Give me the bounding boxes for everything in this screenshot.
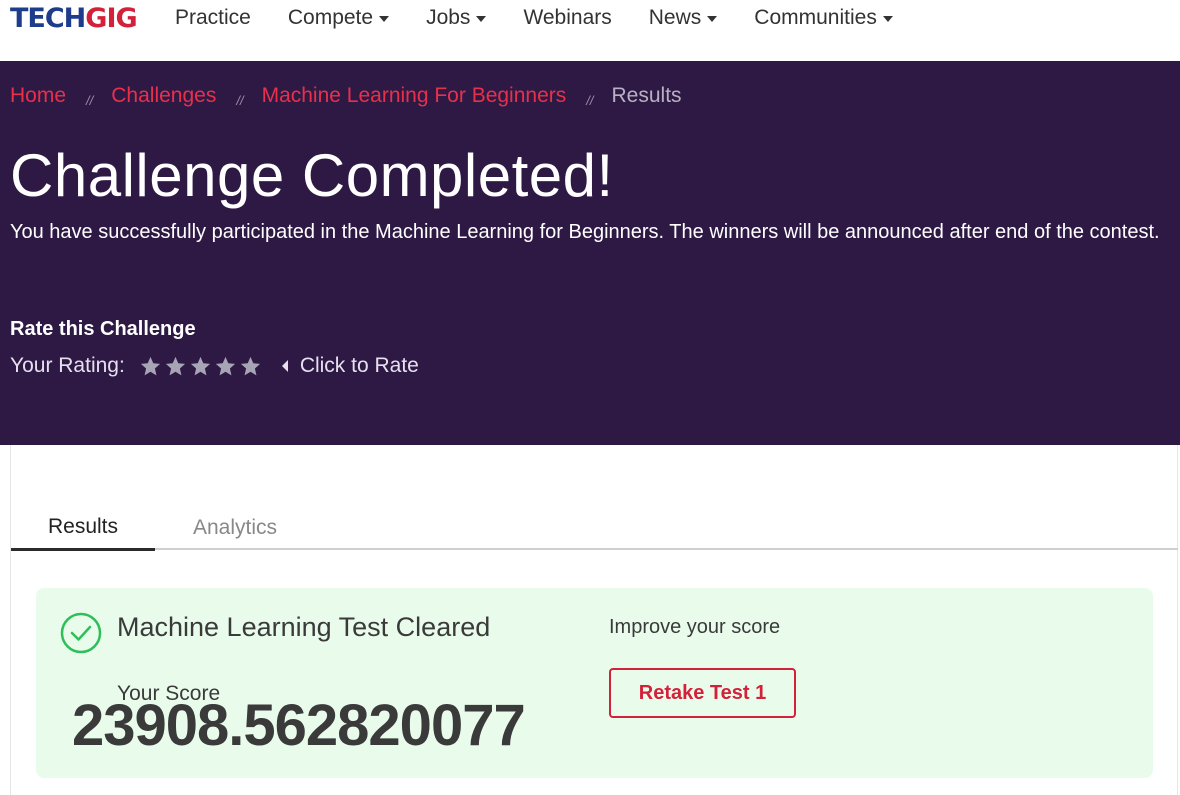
tab-analytics[interactable]: Analytics: [155, 505, 315, 550]
nav-news-label: News: [648, 6, 702, 29]
caret-left-icon: [281, 360, 288, 372]
nav-jobs-label: Jobs: [426, 6, 471, 29]
nav-practice-label: Practice: [175, 6, 251, 29]
check-circle-icon: [60, 612, 102, 654]
star-icon[interactable]: [189, 355, 212, 378]
improve-score-label: Improve your score: [609, 616, 781, 638]
nav-compete-label: Compete: [287, 6, 374, 29]
rating-label: Your Rating:: [10, 354, 125, 377]
breadcrumb-separator: //: [86, 92, 94, 108]
breadcrumb-separator: //: [236, 92, 244, 108]
page-title: Challenge Completed!: [10, 142, 614, 209]
star-icon[interactable]: [214, 355, 237, 378]
nav-communities[interactable]: Communities: [754, 5, 893, 31]
star-icon[interactable]: [164, 355, 187, 378]
click-to-rate-label: Click to Rate: [299, 354, 419, 377]
breadcrumb-challenge-name[interactable]: Machine Learning For Beginners: [262, 84, 567, 108]
hero-banner: Home // Challenges // Machine Learning F…: [0, 61, 1180, 445]
techgig-logo[interactable]: TECH GIG: [10, 3, 138, 34]
logo-part-tech: TECH: [10, 3, 86, 34]
breadcrumb-current: Results: [611, 84, 682, 107]
nav-practice[interactable]: Practice: [175, 5, 251, 31]
rate-challenge-heading: Rate this Challenge: [10, 318, 196, 340]
results-tabs: Results Analytics: [11, 505, 1178, 551]
results-panel: Results Analytics Machine Learning Test …: [10, 445, 1178, 795]
score-value: 23908.562820077: [72, 693, 526, 758]
nav-jobs[interactable]: Jobs: [426, 5, 487, 31]
click-to-rate[interactable]: Click to Rate: [281, 354, 419, 378]
top-navbar: TECH GIG Practice Compete Jobs Webinars N…: [0, 0, 1180, 61]
breadcrumb-challenges[interactable]: Challenges: [111, 84, 216, 108]
tab-results[interactable]: Results: [11, 505, 155, 551]
tab-analytics-label: Analytics: [192, 515, 278, 539]
caret-down-icon: [882, 16, 893, 22]
completion-message: You have successfully participated in th…: [10, 221, 1160, 243]
nav-compete[interactable]: Compete: [287, 5, 390, 31]
retake-test-button[interactable]: Retake Test 1: [609, 668, 796, 718]
star-icon[interactable]: [239, 355, 262, 378]
nav-communities-label: Communities: [754, 6, 877, 29]
tab-results-label: Results: [47, 514, 119, 538]
rating-row: Your Rating: Click to Rate: [10, 354, 419, 378]
star-icon[interactable]: [139, 355, 162, 378]
star-rating: [139, 355, 262, 378]
result-title: Machine Learning Test Cleared: [117, 612, 491, 642]
breadcrumb: Home // Challenges // Machine Learning F…: [10, 84, 682, 108]
caret-down-icon: [707, 16, 718, 22]
breadcrumb-home[interactable]: Home: [10, 84, 66, 108]
breadcrumb-separator: //: [586, 92, 594, 108]
result-card: Machine Learning Test Cleared Your Score…: [36, 588, 1153, 778]
caret-down-icon: [476, 16, 487, 22]
nav-news[interactable]: News: [649, 5, 718, 31]
main-nav: Practice Compete Jobs Webinars News Comm…: [175, 5, 930, 31]
nav-webinars[interactable]: Webinars: [523, 5, 611, 31]
nav-webinars-label: Webinars: [523, 6, 612, 29]
logo-part-gig: GIG: [85, 3, 137, 34]
caret-down-icon: [379, 16, 390, 22]
